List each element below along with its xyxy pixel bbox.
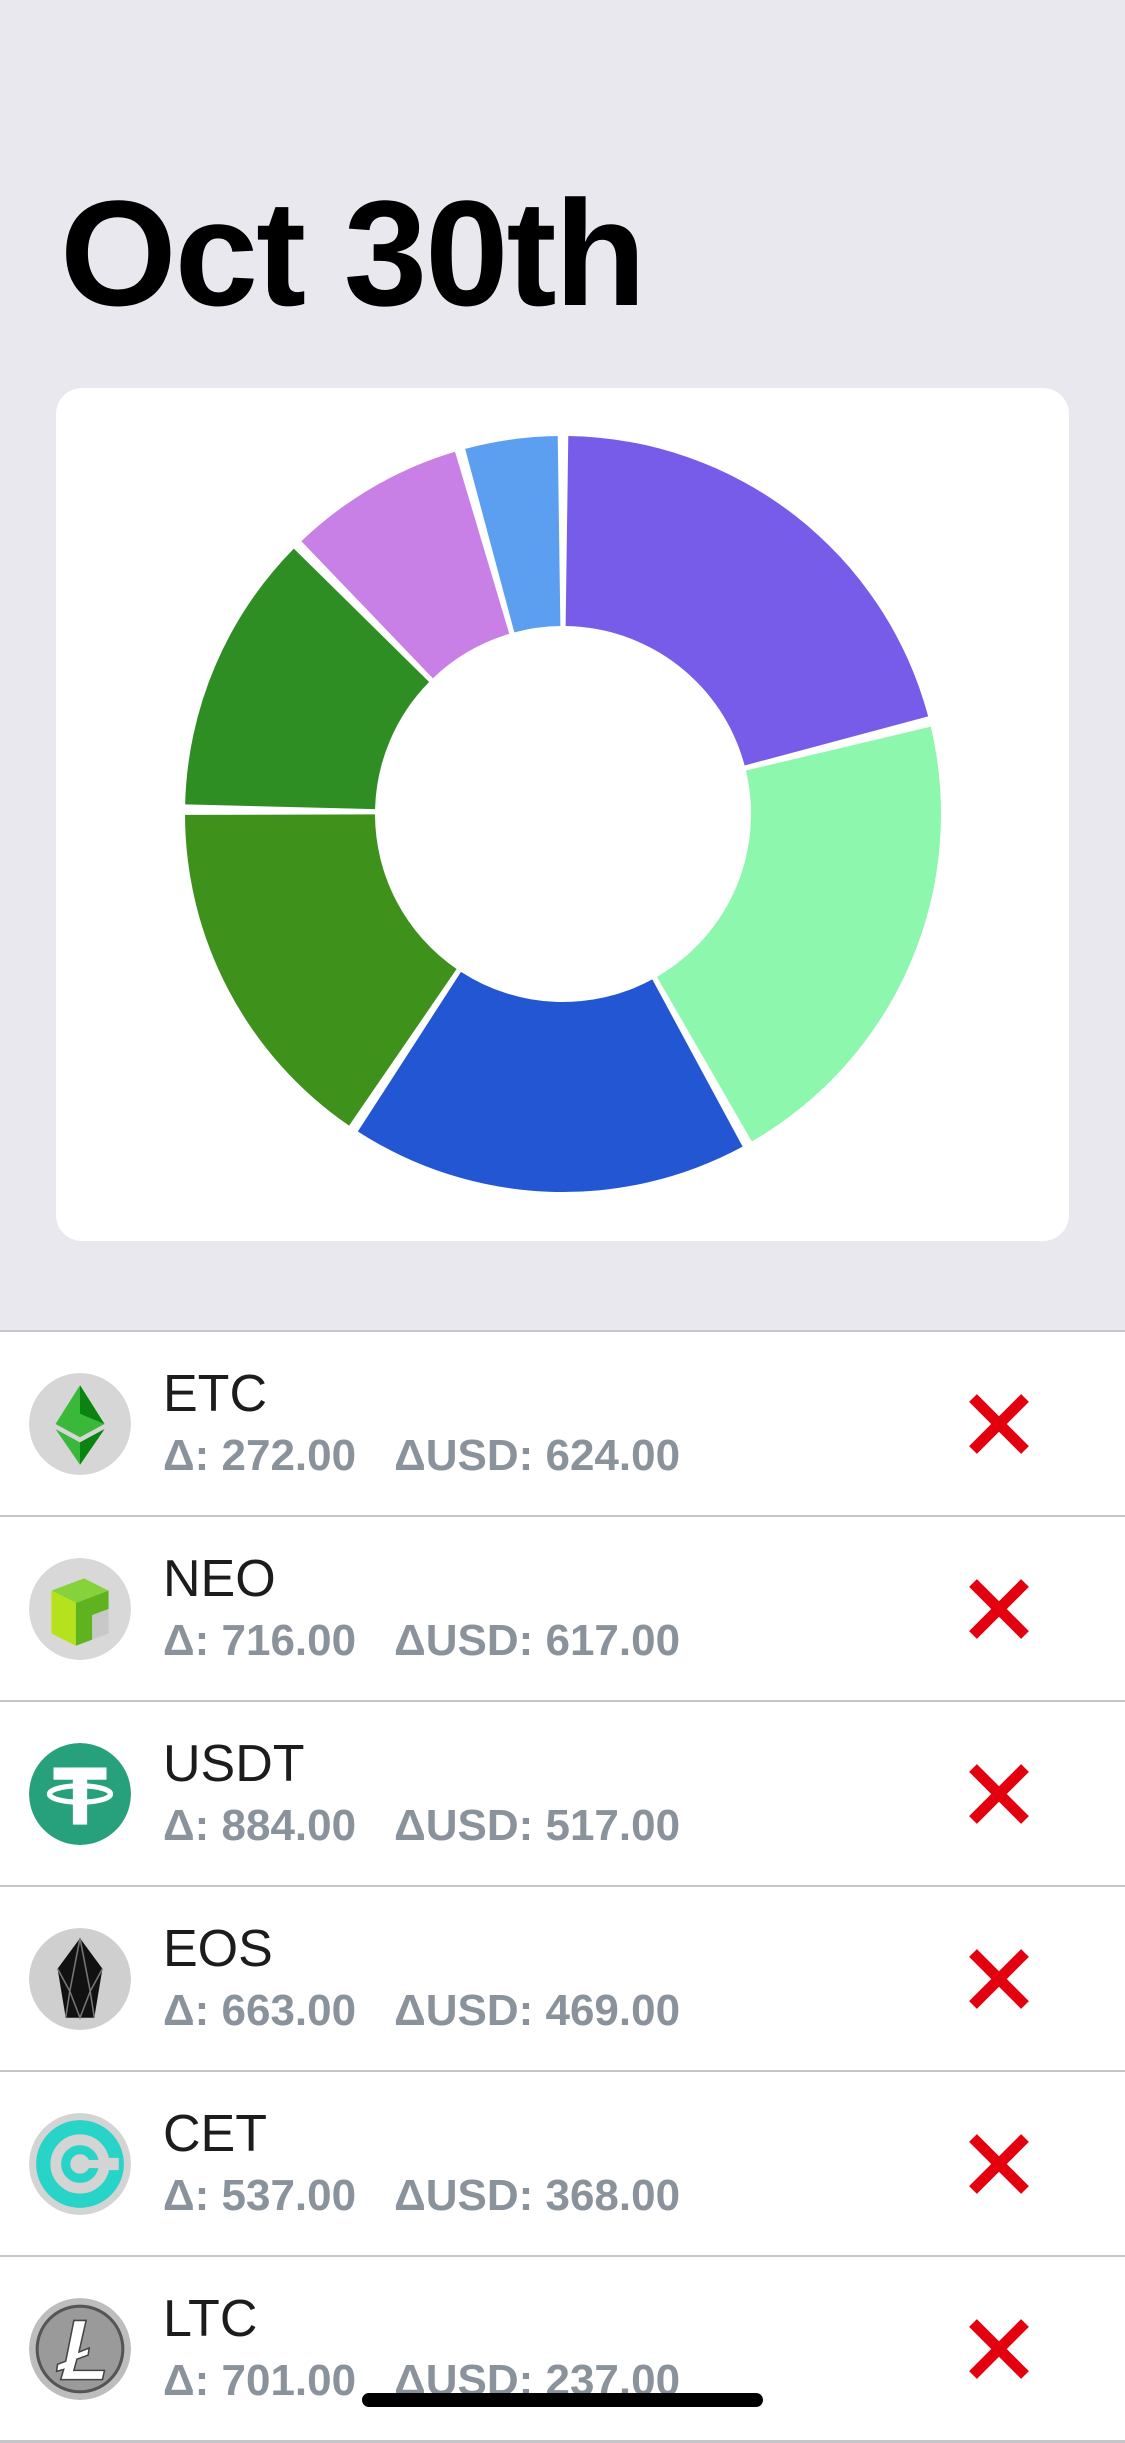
ltc-icon [29,2298,131,2400]
page-title: Oct 30th [60,169,646,337]
delete-button[interactable] [965,1945,1033,2013]
coin-delta: Δ: 884.00 [163,1801,357,1850]
cet-icon [29,2113,131,2215]
close-icon [969,2134,1029,2194]
etc-icon [29,1373,131,1475]
coin-delta-usd: ΔUSD: 469.00 [394,1986,681,2035]
donut-slice-etc [565,436,929,766]
coin-symbol: CET [163,2105,267,2163]
home-indicator[interactable] [362,2393,763,2407]
close-icon [969,1949,1029,2009]
coin-delta-usd: ΔUSD: 624.00 [394,1431,681,1480]
close-icon [969,1394,1029,1454]
coin-delta: Δ: 701.00 [163,2356,357,2405]
coin-symbol: NEO [163,1550,276,1608]
delete-button[interactable] [965,1390,1033,1458]
coin-row-neo[interactable]: NEO Δ: 716.00 ΔUSD: 617.00 [0,1517,1125,1703]
coin-delta-usd: ΔUSD: 617.00 [394,1616,681,1665]
coin-row-cet[interactable]: CET Δ: 537.00 ΔUSD: 368.00 [0,2072,1125,2258]
portfolio-chart-card [56,388,1069,1241]
usdt-icon [29,1743,131,1845]
coin-delta-details: Δ: 537.00 ΔUSD: 368.00 [163,2174,680,2218]
coin-row-usdt[interactable]: USDT Δ: 884.00 ΔUSD: 517.00 [0,1702,1125,1888]
coin-delta-usd: ΔUSD: 517.00 [394,1801,681,1850]
coin-symbol: EOS [163,1920,273,1978]
eos-icon [29,1928,131,2030]
delete-button[interactable] [965,2130,1033,2198]
coin-symbol: LTC [163,2290,258,2348]
close-icon [969,1764,1029,1824]
coin-delta: Δ: 663.00 [163,1986,357,2035]
coin-delta-details: Δ: 663.00 ΔUSD: 469.00 [163,1989,680,2033]
coin-row-eos[interactable]: EOS Δ: 663.00 ΔUSD: 469.00 [0,1887,1125,2073]
coin-delta-details: Δ: 272.00 ΔUSD: 624.00 [163,1434,680,1478]
close-icon [969,2319,1029,2379]
coin-list: ETC Δ: 272.00 ΔUSD: 624.00 NEO Δ: 716.00 Δ… [0,1330,1125,2443]
coin-delta: Δ: 272.00 [163,1431,357,1480]
coin-delta: Δ: 716.00 [163,1616,357,1665]
coin-delta-usd: ΔUSD: 368.00 [394,2171,681,2220]
coin-delta-details: Δ: 716.00 ΔUSD: 617.00 [163,1619,680,1663]
portfolio-donut-chart [185,436,941,1192]
coin-symbol: USDT [163,1735,305,1793]
coin-delta: Δ: 537.00 [163,2171,357,2220]
coin-row-etc[interactable]: ETC Δ: 272.00 ΔUSD: 624.00 [0,1332,1125,1518]
neo-icon [29,1558,131,1660]
close-icon [969,1579,1029,1639]
delete-button[interactable] [965,1760,1033,1828]
delete-button[interactable] [965,1575,1033,1643]
coin-symbol: ETC [163,1365,267,1423]
coin-row-ltc[interactable]: LTC Δ: 701.00 ΔUSD: 237.00 [0,2257,1125,2443]
coin-delta-details: Δ: 884.00 ΔUSD: 517.00 [163,1804,680,1848]
delete-button[interactable] [965,2315,1033,2383]
